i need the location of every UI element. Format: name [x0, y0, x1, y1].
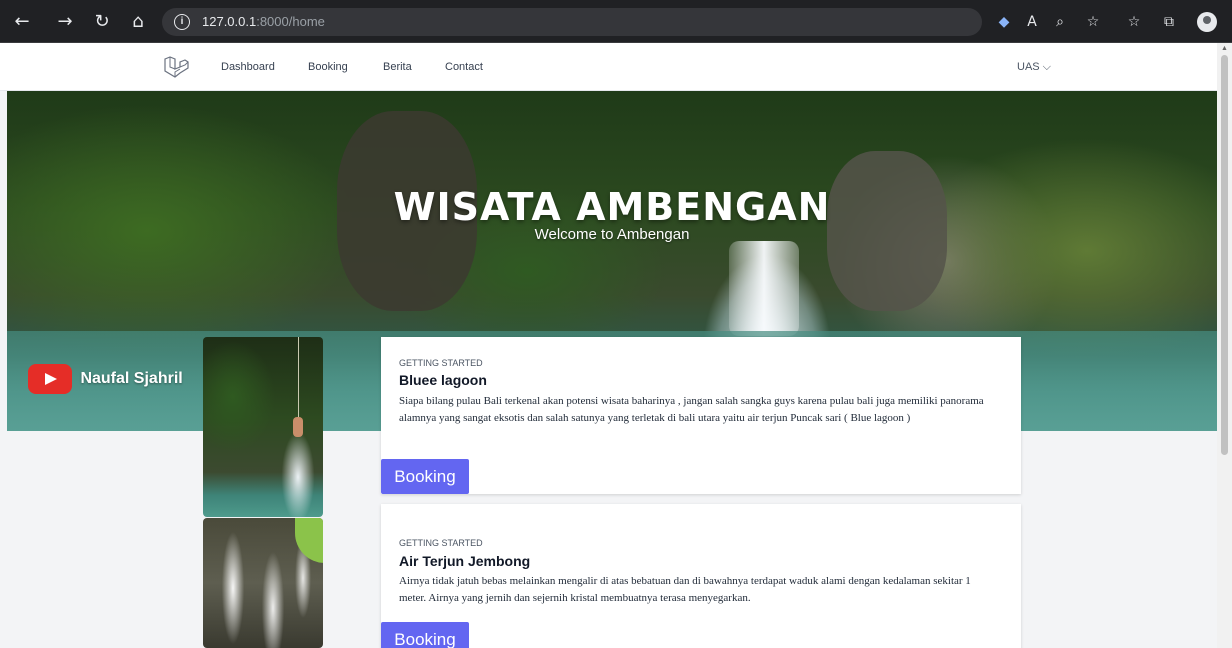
- forward-icon[interactable]: →: [53, 10, 77, 34]
- site-info-icon[interactable]: i: [174, 14, 190, 30]
- scroll-thumb[interactable]: [1221, 55, 1228, 455]
- nav-link-contact[interactable]: Contact: [445, 61, 483, 73]
- card-image-air-terjun-jembong: [203, 518, 323, 648]
- browser-toolbar: ← → ↻ ⌂ i 127.0.0.1:8000/home ◆ A ⌕ ☆ ☆ …: [0, 0, 1232, 43]
- scroll-up-arrow-icon[interactable]: ▲: [1221, 45, 1228, 52]
- page-root: ← → ↻ ⌂ i 127.0.0.1:8000/home ◆ A ⌕ ☆ ☆ …: [0, 0, 1232, 648]
- card-title: Bluee lagoon: [399, 372, 487, 388]
- booking-button[interactable]: Booking: [381, 622, 469, 648]
- booking-button[interactable]: Booking: [381, 459, 469, 494]
- card-title: Air Terjun Jembong: [399, 553, 531, 569]
- url-text: 127.0.0.1:8000/home: [202, 14, 325, 29]
- nav-link-dashboard[interactable]: Dashboard: [221, 61, 275, 73]
- read-aloud-icon[interactable]: A: [1022, 12, 1042, 32]
- site-navbar: Dashboard Booking Berita Contact UAS ⌵: [0, 43, 1217, 91]
- collections-icon[interactable]: ⧉: [1159, 12, 1179, 32]
- rope: [298, 337, 299, 417]
- youtube-icon: [28, 364, 72, 394]
- hero-waterfall: [729, 241, 799, 336]
- user-menu-dropdown[interactable]: UAS ⌵: [1017, 61, 1051, 74]
- favorites-icon[interactable]: ☆: [1124, 12, 1144, 32]
- hero-subtitle: Welcome to Ambengan: [534, 226, 690, 243]
- leaf: [295, 518, 323, 563]
- person: [293, 417, 303, 437]
- destination-card: GETTING STARTED Bluee lagoon Siapa bilan…: [381, 337, 1021, 494]
- zoom-icon[interactable]: ⌕: [1050, 12, 1070, 32]
- page-scrollbar[interactable]: ▲: [1217, 43, 1232, 648]
- card-eyebrow: GETTING STARTED: [399, 358, 483, 368]
- reload-icon[interactable]: ↻: [90, 10, 114, 34]
- youtube-channel-name: Naufal Sjahril: [80, 370, 183, 387]
- favorite-add-icon[interactable]: ☆: [1083, 12, 1103, 32]
- nav-link-berita[interactable]: Berita: [383, 61, 412, 73]
- youtube-channel-link[interactable]: Naufal Sjahril: [28, 364, 183, 394]
- card-description: Airnya tidak jatuh bebas melainkan menga…: [399, 575, 971, 604]
- card-description: Siapa bilang pulau Bali terkenal akan po…: [399, 395, 984, 424]
- laravel-logo-icon[interactable]: [163, 55, 189, 79]
- profile-avatar-icon[interactable]: [1197, 12, 1217, 32]
- tag-icon[interactable]: ◆: [994, 12, 1014, 32]
- back-icon[interactable]: ←: [10, 10, 34, 34]
- hero-title: WISATA AMBENGAN: [393, 185, 831, 229]
- address-bar[interactable]: i 127.0.0.1:8000/home: [162, 8, 982, 36]
- home-icon[interactable]: ⌂: [126, 10, 150, 34]
- destination-card: GETTING STARTED Air Terjun Jembong Airny…: [381, 504, 1021, 648]
- nav-link-booking[interactable]: Booking: [308, 61, 348, 73]
- card-eyebrow: GETTING STARTED: [399, 538, 483, 548]
- card-image-bluee-lagoon: [203, 337, 323, 517]
